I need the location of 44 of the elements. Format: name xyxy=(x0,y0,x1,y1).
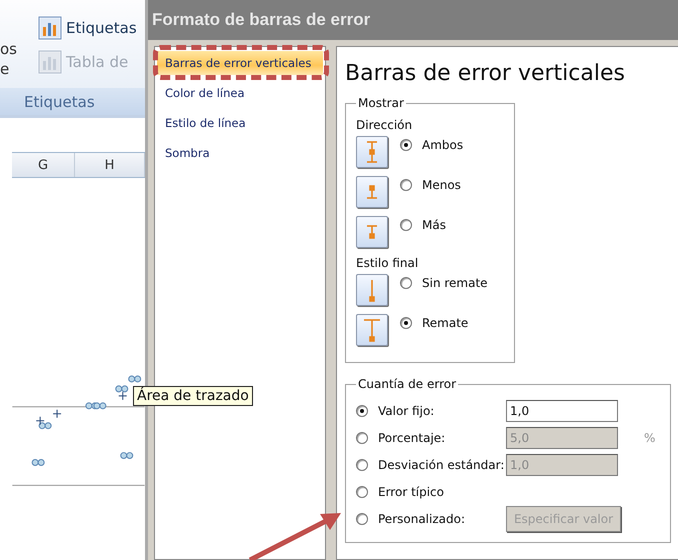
group-title: Mostrar xyxy=(357,96,405,110)
radio-option[interactable]: Sin remate xyxy=(400,276,488,290)
group-label: Etiquetas xyxy=(24,92,95,110)
error-bar-icon xyxy=(366,141,378,163)
error-bar-icon xyxy=(363,319,381,341)
radio-button[interactable] xyxy=(400,277,412,289)
radio-button[interactable] xyxy=(400,179,412,191)
radio-button[interactable] xyxy=(356,404,368,416)
nav-item[interactable]: Barras de error verticales xyxy=(157,51,323,75)
ribbon-button[interactable]: Etiquetas xyxy=(38,16,137,40)
error-bar-icon xyxy=(366,185,378,199)
error-bar-style-button[interactable] xyxy=(356,216,388,248)
tooltip: Área de trazado xyxy=(133,386,253,406)
error-bar-style-button[interactable] xyxy=(356,136,388,168)
radio-option[interactable]: Menos xyxy=(400,178,461,192)
error-bar-style-button[interactable] xyxy=(356,274,388,306)
error-bar-icon xyxy=(366,225,378,239)
nav-item[interactable]: Estilo de línea xyxy=(157,111,323,135)
radio-button[interactable] xyxy=(400,317,412,329)
radio-option[interactable]: Valor fijo: xyxy=(356,404,506,418)
bar-chart-icon xyxy=(38,50,62,74)
section-title: Estilo final xyxy=(356,256,420,270)
column-header[interactable]: G xyxy=(12,153,76,177)
radio-button[interactable] xyxy=(400,219,412,231)
radio-button[interactable] xyxy=(356,486,368,498)
ribbon-label: os xyxy=(0,40,18,58)
unit-label: % xyxy=(644,430,656,444)
error-bar-icon xyxy=(369,279,375,301)
nav-item[interactable]: Color de línea xyxy=(157,81,323,105)
radio-option[interactable]: Más xyxy=(400,218,446,232)
value-field[interactable]: 1,0 xyxy=(506,400,618,422)
radio-option[interactable]: Ambos xyxy=(400,138,464,152)
panel-heading: Barras de error verticales xyxy=(345,61,626,86)
error-bar-style-button[interactable] xyxy=(356,176,388,208)
nav-item[interactable]: Sombra xyxy=(157,141,323,165)
ribbon-label: e xyxy=(0,60,10,78)
window-title: Formato de barras de error xyxy=(152,10,370,30)
radio-option[interactable]: Remate xyxy=(400,316,468,330)
group-title: Cuantía de error xyxy=(357,377,458,391)
radio-option[interactable]: Error típico xyxy=(356,484,506,498)
section-title: Dirección xyxy=(356,118,414,132)
radio-button[interactable] xyxy=(400,139,412,151)
error-bar-style-button[interactable] xyxy=(356,314,388,346)
bar-chart-icon xyxy=(38,16,62,40)
